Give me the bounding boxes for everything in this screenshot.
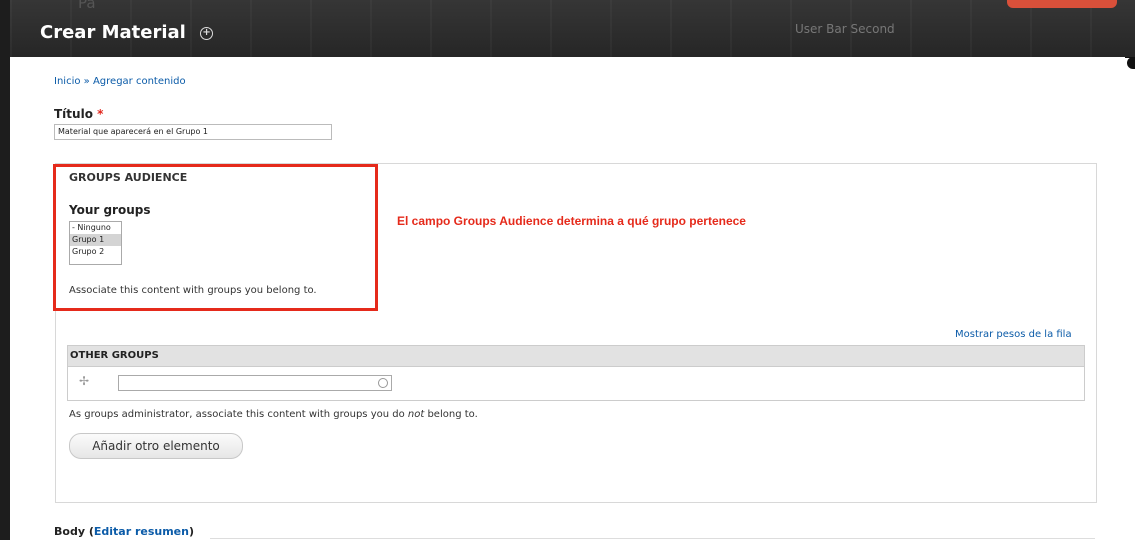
content-area: Inicio » Agregar contenido Título * Mate… [10, 57, 1125, 540]
autocomplete-throbber-icon [378, 378, 388, 388]
breadcrumb-home-link[interactable]: Inicio [54, 76, 80, 87]
body-label-text: Body [54, 525, 85, 538]
page-title-text: Crear Material [40, 22, 186, 43]
group-option-grupo-2[interactable]: Grupo 2 [70, 246, 121, 258]
your-groups-select[interactable]: - Ninguno Grupo 1 Grupo 2 [69, 221, 122, 265]
groups-audience-description: Associate this content with groups you b… [69, 285, 317, 296]
top-red-tab[interactable] [1007, 0, 1117, 8]
title-label-text: Título [54, 107, 93, 121]
page-header: Pa Crear Material + User Bar Second [10, 0, 1135, 58]
group-option-none[interactable]: - Ninguno [70, 222, 121, 234]
other-groups-desc-emphasis: not [407, 409, 425, 420]
user-bar-second: User Bar Second [795, 22, 895, 36]
header-ghost-text: Pa [78, 0, 96, 12]
other-groups-autocomplete-input[interactable] [118, 375, 392, 391]
show-row-weights-link[interactable]: Mostrar pesos de la fila [955, 329, 1072, 340]
body-field-label: Body (Editar resumen) [54, 525, 195, 538]
breadcrumb-separator: » [83, 76, 90, 87]
other-groups-desc-after: belong to. [424, 409, 478, 420]
drag-handle-icon[interactable]: ✢ [79, 374, 89, 388]
group-option-grupo-1[interactable]: Grupo 1 [70, 234, 121, 246]
add-shortcut-icon[interactable]: + [200, 26, 214, 40]
body-divider [210, 538, 1095, 539]
scroll-indicator [1127, 57, 1135, 69]
annotation-text: El campo Groups Audience determina a qué… [397, 214, 746, 228]
title-field-label: Título * [54, 107, 103, 121]
add-another-item-button[interactable]: Añadir otro elemento [69, 433, 243, 459]
other-groups-table: OTHER GROUPS ✢ [67, 345, 1085, 401]
groups-audience-heading: GROUPS AUDIENCE [69, 171, 188, 184]
your-groups-label: Your groups [69, 203, 151, 217]
edit-summary-link[interactable]: Editar resumen [94, 525, 189, 538]
required-marker: * [97, 107, 104, 121]
other-groups-row: ✢ [68, 367, 1084, 400]
window-frame-left [0, 0, 10, 540]
title-input[interactable]: Material que aparecerá en el Grupo 1 [54, 124, 332, 140]
page-title: Crear Material + [40, 22, 214, 43]
breadcrumb-current-link[interactable]: Agregar contenido [93, 76, 186, 87]
other-groups-description: As groups administrator, associate this … [69, 409, 478, 420]
other-groups-desc-before: As groups administrator, associate this … [69, 409, 408, 420]
breadcrumb: Inicio » Agregar contenido [54, 76, 186, 87]
other-groups-heading: OTHER GROUPS [68, 346, 1084, 367]
